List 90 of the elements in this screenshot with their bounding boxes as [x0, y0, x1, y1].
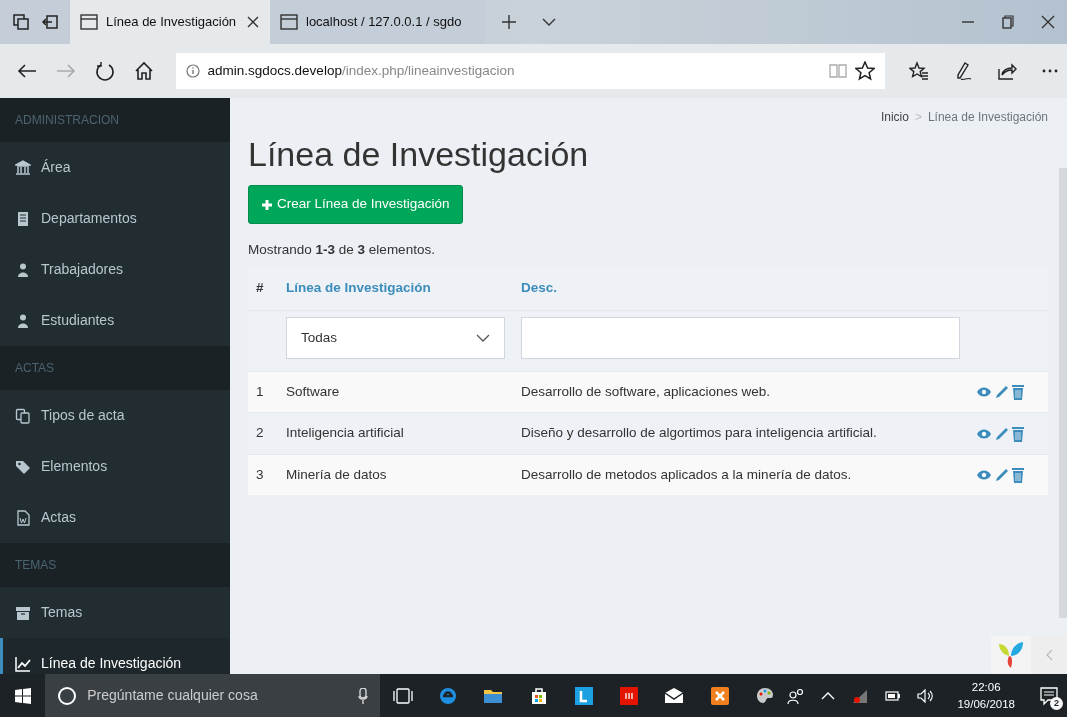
clock[interactable]: 22:06 19/06/2018: [949, 679, 1023, 712]
sidebar-section-header: TEMAS: [0, 543, 230, 587]
url-host: admin.sgdocs.develop: [207, 62, 342, 78]
bank-icon: [15, 159, 31, 176]
filter-select[interactable]: Todas: [286, 317, 505, 360]
volume-icon[interactable]: [917, 688, 934, 703]
table-cell: Desarrollo de software, aplicaciones web.: [513, 371, 968, 413]
battery-icon[interactable]: [885, 689, 902, 702]
mail-icon[interactable]: [664, 685, 685, 706]
sidebar-item[interactable]: Temas: [0, 587, 230, 638]
close-icon[interactable]: [1041, 15, 1055, 29]
trash-icon[interactable]: [1012, 425, 1024, 442]
table-cell: 3: [248, 454, 278, 495]
page-icon: [80, 14, 98, 30]
notification-icon: [1039, 686, 1059, 707]
sidebar-item[interactable]: Área: [0, 142, 230, 193]
notification-count: 2: [1050, 697, 1063, 711]
pencil-icon[interactable]: [995, 385, 1009, 400]
sidebar-item[interactable]: Actas: [0, 492, 230, 543]
close-icon[interactable]: [246, 15, 260, 29]
microphone-icon[interactable]: [358, 687, 369, 704]
windows-icon[interactable]: [14, 687, 31, 704]
favorites-icon[interactable]: [909, 61, 929, 81]
table-cell: Desarrollo de metodos aplicados a la minería de datos.: [513, 454, 968, 495]
document-icon: [15, 509, 31, 526]
line-chart-icon: [15, 655, 31, 672]
restore-icon[interactable]: [1001, 15, 1015, 29]
sidebar-item[interactable]: Línea de Investigación: [0, 638, 230, 674]
scrollbar[interactable]: [1059, 168, 1067, 618]
breadcrumb-current: Línea de Investigación: [927, 109, 1048, 126]
table-cell: 1: [248, 371, 278, 413]
trash-icon[interactable]: [1012, 466, 1024, 483]
palette-icon[interactable]: [754, 685, 775, 706]
url-path: /index.php/lineainvestigacion: [341, 62, 515, 78]
tags-icon: [15, 458, 31, 475]
search-field[interactable]: Pregúntame cualquier cosa: [45, 674, 381, 717]
more-icon[interactable]: [1041, 68, 1059, 74]
new-tab-icon[interactable]: [501, 14, 517, 30]
circle-icon: [57, 685, 78, 706]
filter-input[interactable]: [521, 317, 960, 360]
table-cell: Inteligencia artificial: [278, 412, 513, 455]
page-title: Línea de Investigación: [248, 136, 590, 174]
eye-icon[interactable]: [976, 386, 992, 399]
breadcrumb-separator: >: [914, 109, 922, 126]
user-icon: [15, 261, 31, 278]
star-icon[interactable]: [855, 61, 875, 81]
breadcrumb-link[interactable]: Inicio: [880, 108, 909, 126]
sidebar-item[interactable]: Trabajadores: [0, 244, 230, 295]
app-tile-icon[interactable]: [709, 685, 730, 706]
pencil-icon[interactable]: [995, 426, 1009, 441]
building-icon: [15, 210, 31, 227]
plus-icon: [261, 198, 273, 211]
sidebar-item[interactable]: Estudiantes: [0, 295, 230, 346]
browser-tab[interactable]: Línea de Investigación: [70, 0, 270, 44]
share-icon[interactable]: [997, 61, 1017, 81]
trash-icon[interactable]: [1012, 384, 1024, 401]
table-cell: Software: [278, 371, 513, 413]
archive-icon: [15, 604, 31, 621]
network-icon[interactable]: [851, 687, 870, 704]
eye-icon[interactable]: [976, 427, 992, 440]
table-cell: 2: [248, 412, 278, 455]
tab-back-icon[interactable]: [40, 13, 59, 31]
tab-title: Línea de Investigación: [106, 13, 237, 32]
pencil-icon[interactable]: [995, 467, 1009, 482]
eye-icon[interactable]: [976, 468, 992, 481]
sidebar-section-header: ACTAS: [0, 346, 230, 390]
table-cell: Minería de datos: [278, 454, 513, 495]
user-icon: [15, 312, 31, 329]
sidebar-item[interactable]: Tipos de acta: [0, 390, 230, 441]
notification-button[interactable]: 2: [1039, 684, 1059, 707]
app-tile-icon[interactable]: [619, 685, 639, 706]
chevron-down-icon: [476, 333, 490, 344]
copy-icon: [15, 407, 31, 424]
logo-icon[interactable]: [997, 640, 1025, 670]
people-icon[interactable]: [787, 687, 806, 704]
task-view-icon[interactable]: [392, 685, 413, 706]
tabs-aside-icon[interactable]: [11, 13, 30, 31]
sidebar-item[interactable]: Elementos: [0, 441, 230, 492]
sidebar-section-header: ADMINISTRACION: [0, 98, 230, 142]
info-icon: [185, 64, 200, 78]
table-cell: Diseño y desarrollo de algortimos para inteligencia artificial.: [513, 412, 968, 455]
refresh-icon[interactable]: [94, 60, 117, 82]
tab-title: localhost / 127.0.0.1 / sgdo: [306, 13, 462, 32]
app-tile-icon[interactable]: [573, 685, 594, 706]
address-bar[interactable]: admin.sgdocs.develop/index.php/lineainvestigacion: [175, 53, 885, 89]
browser-icon[interactable]: [438, 685, 458, 706]
chevron-up-icon[interactable]: [821, 690, 836, 701]
sidebar-item[interactable]: Departamentos: [0, 193, 230, 244]
summary-text: Mostrando 1-3 de 3 elementos.: [248, 240, 436, 259]
page-icon: [280, 14, 298, 30]
